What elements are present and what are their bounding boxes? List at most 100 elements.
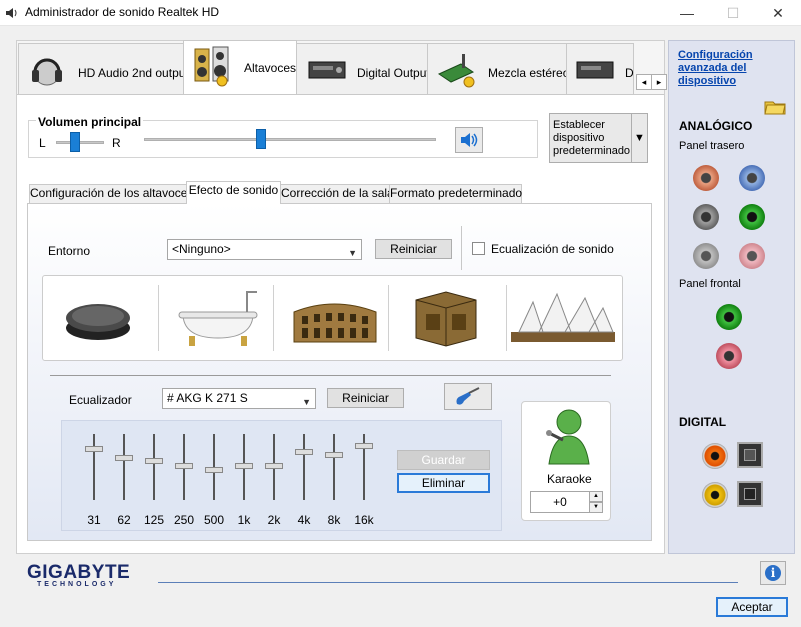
eq-band-label: 16k — [354, 513, 374, 527]
eq-slider-62[interactable] — [114, 432, 134, 504]
preset-opera-house[interactable] — [509, 280, 619, 355]
eq-slider-knob[interactable] — [355, 443, 373, 449]
volume-slider-track — [144, 138, 436, 141]
save-button[interactable]: Guardar — [397, 450, 490, 470]
device-icon — [575, 50, 615, 90]
tab-hd-audio-2nd-output[interactable]: HD Audio 2nd output — [18, 43, 189, 95]
eq-slider-31[interactable] — [84, 432, 104, 504]
chevron-down-icon: ▼ — [348, 248, 357, 258]
gigabyte-logo-sub: TECHNOLOGY — [37, 581, 117, 588]
eq-slider-knob[interactable] — [325, 452, 343, 458]
speaker-icon — [4, 5, 20, 21]
eq-slider-knob[interactable] — [145, 458, 163, 464]
equalizer-reset-button[interactable]: Reiniciar — [327, 388, 404, 408]
eq-band-label: 1k — [237, 513, 251, 527]
eq-slider-knob[interactable] — [205, 467, 223, 473]
eq-slider-500[interactable] — [204, 432, 224, 504]
tab-efecto-de-sonido[interactable]: Efecto de sonido — [186, 181, 281, 204]
eq-slider-knob[interactable] — [295, 449, 313, 455]
karaoke-singer-icon — [537, 404, 593, 466]
tab-mezcla-estereo[interactable]: Mezcla estéreo — [427, 43, 569, 95]
equalizer-select[interactable]: # AKG K 271 S ▼ — [162, 388, 316, 409]
dropdown-arrow-icon: ▼ — [634, 132, 645, 144]
eq-slider-125[interactable] — [144, 432, 164, 504]
eq-band-label: 62 — [117, 513, 131, 527]
eq-band-label: 125 — [143, 513, 165, 527]
rear-jack-blue[interactable] — [739, 165, 765, 191]
tab-digital-output[interactable]: Digital Output — [296, 43, 430, 95]
eq-slider-knob[interactable] — [85, 446, 103, 452]
tab-configuracion-altavoces[interactable]: Configuración de los altavoces — [29, 184, 193, 203]
tab-correccion-sala[interactable]: Corrección de la sala — [280, 184, 394, 203]
info-button[interactable]: i — [760, 561, 786, 585]
spdif-coax-yellow-icon — [702, 482, 728, 508]
environment-label: Entorno — [48, 244, 91, 258]
mixer-board-icon — [436, 50, 476, 90]
environment-select[interactable]: <Ninguno> ▼ — [167, 239, 362, 260]
eq-slider-knob[interactable] — [235, 462, 253, 469]
connector-panel — [668, 40, 795, 554]
sound-equalization-label: Ecualización de sonido — [491, 242, 614, 256]
analog-title: ANALÓGICO — [679, 119, 753, 133]
eq-band-label: 2k — [267, 513, 281, 527]
scroll-left-button[interactable]: ◂ — [636, 74, 652, 90]
tab-altavoces[interactable]: Altavoces — [183, 40, 297, 94]
rear-jack-gray[interactable] — [693, 204, 719, 230]
eq-slider-8k[interactable] — [324, 432, 344, 504]
karaoke-value-input[interactable]: +0 — [530, 491, 590, 513]
minimize-button[interactable]: — — [664, 0, 710, 26]
rear-jack-pink[interactable] — [739, 243, 765, 269]
balance-slider[interactable] — [70, 132, 81, 152]
preset-bathtub[interactable] — [165, 280, 275, 355]
title-bar: Administrador de sonido Realtek HD — ☐ ✕ — [0, 0, 801, 26]
preset-colosseum[interactable] — [280, 280, 390, 355]
balance-left-label: L — [39, 136, 46, 150]
accept-button[interactable]: Aceptar — [716, 597, 788, 617]
set-default-device-button[interactable]: Establecer dispositivo predeterminado ▼ — [549, 113, 648, 163]
volume-title: Volumen principal — [36, 115, 144, 129]
delete-button[interactable]: Eliminar — [397, 473, 490, 493]
spdif-coax-orange-icon — [702, 443, 728, 469]
tab-d[interactable]: D — [566, 43, 634, 95]
maximize-button[interactable]: ☐ — [710, 0, 756, 26]
mute-button[interactable] — [455, 127, 483, 153]
preset-stone-disc[interactable] — [48, 280, 158, 355]
karaoke-down-button[interactable]: ▼ — [589, 502, 603, 513]
optical-port-icon — [737, 442, 763, 468]
rear-jack-green[interactable] — [739, 204, 765, 230]
preset-box-room[interactable] — [394, 280, 504, 355]
eq-slider-1k[interactable] — [234, 432, 254, 504]
digital-device-icon — [307, 50, 347, 90]
eq-slider-4k[interactable] — [294, 432, 314, 504]
optical-port-icon — [737, 481, 763, 507]
rear-jack-silver[interactable] — [693, 243, 719, 269]
karaoke-up-button[interactable]: ▲ — [589, 491, 603, 502]
window-title: Administrador de sonido Realtek HD — [25, 5, 220, 19]
eq-slider-2k[interactable] — [264, 432, 284, 504]
eq-slider-16k[interactable] — [354, 432, 374, 504]
eq-band-label: 8k — [327, 513, 341, 527]
eq-band-label: 500 — [203, 513, 225, 527]
info-icon: i — [765, 565, 781, 581]
volume-slider[interactable] — [255, 129, 266, 149]
rear-jack-orange[interactable] — [693, 165, 719, 191]
close-button[interactable]: ✕ — [755, 0, 801, 26]
eq-slider-knob[interactable] — [115, 455, 133, 461]
eq-band-label: 4k — [297, 513, 311, 527]
front-jack-green[interactable] — [716, 304, 742, 330]
front-jack-pink[interactable] — [716, 343, 742, 369]
guitar-effect-button[interactable] — [444, 383, 492, 410]
eq-slider-knob[interactable] — [265, 462, 283, 469]
environment-reset-button[interactable]: Reiniciar — [375, 239, 452, 259]
tab-formato-predeterminado[interactable]: Formato predeterminado — [389, 184, 522, 203]
headphones-icon — [27, 50, 67, 90]
eq-slider-250[interactable] — [174, 432, 194, 504]
eq-slider-knob[interactable] — [175, 462, 193, 469]
advanced-settings-link[interactable]: Configuración avanzada del dispositivo — [678, 49, 783, 88]
equalizer-label: Ecualizador — [69, 393, 132, 407]
sound-equalization-checkbox[interactable] — [472, 242, 485, 255]
balance-right-label: R — [112, 136, 121, 150]
chevron-down-icon: ▼ — [302, 397, 311, 407]
folder-icon[interactable] — [763, 96, 787, 116]
scroll-right-button[interactable]: ▸ — [651, 74, 667, 90]
